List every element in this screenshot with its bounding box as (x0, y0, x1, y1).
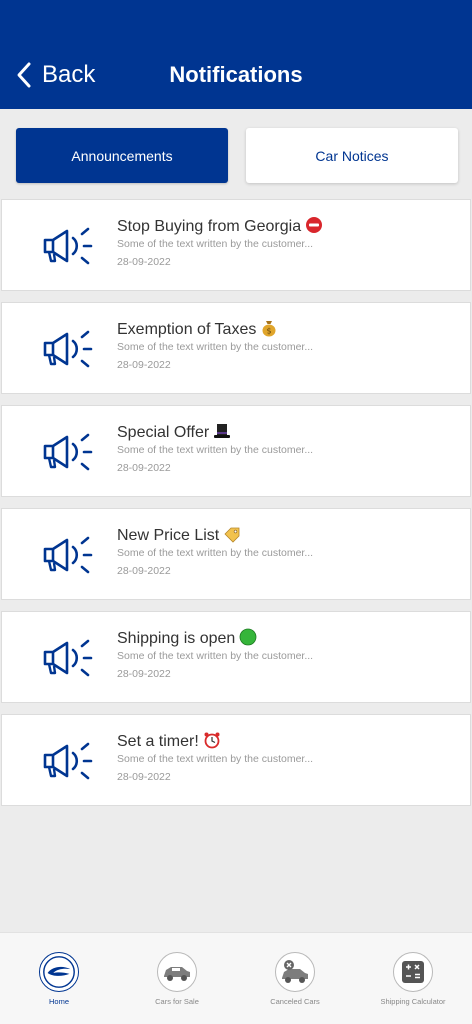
notification-date: 28-09-2022 (117, 462, 171, 474)
notification-card[interactable]: Special Offer Some of the text written by… (1, 405, 471, 497)
car-for-sale-icon (157, 952, 197, 992)
notification-card[interactable]: Stop Buying from Georgia Some of the text… (1, 199, 471, 291)
home-logo-icon (39, 952, 79, 992)
nav-label-cars-for-sale: Cars for Sale (155, 997, 199, 1006)
notification-title: Shipping is open (117, 628, 257, 648)
notification-card[interactable]: Set a timer! Some of the text written by … (1, 714, 471, 806)
notification-card[interactable]: Shipping is open Some of the text written… (1, 611, 471, 703)
notification-date: 28-09-2022 (117, 256, 171, 268)
notification-preview: Some of the text written by the customer… (117, 341, 314, 353)
notification-card[interactable]: New Price List Some of the text written b… (1, 508, 471, 600)
notification-preview: Some of the text written by the customer… (117, 547, 314, 559)
price-tag-icon (223, 525, 241, 543)
notification-title: Set a timer! (117, 731, 221, 751)
notification-preview: Some of the text written by the customer… (117, 650, 314, 662)
nav-label-shipping-calculator: Shipping Calculator (380, 997, 446, 1006)
tab-car-notices[interactable]: Car Notices (246, 128, 458, 183)
notification-date: 28-09-2022 (117, 359, 171, 371)
notification-date: 28-09-2022 (117, 771, 171, 783)
notification-title: Special Offer (117, 422, 231, 442)
notification-preview: Some of the text written by the customer… (117, 444, 314, 456)
notification-title-text: Exemption of Taxes (117, 321, 257, 338)
nav-item-home[interactable]: Home (0, 933, 118, 1024)
megaphone-icon (42, 636, 94, 680)
notification-card[interactable]: Exemption of Taxes $ Some of the text writ… (1, 302, 471, 394)
notification-title-text: New Price List (117, 527, 220, 544)
nav-label-home: Home (48, 997, 69, 1006)
bottom-navigation: Home Cars for Sale Canceled Cars Shippin… (0, 932, 472, 1024)
notification-list: Stop Buying from Georgia Some of the text… (1, 199, 471, 817)
nav-item-shipping-calculator[interactable]: Shipping Calculator (354, 933, 472, 1024)
top-app-bar: Back Notifications (0, 0, 472, 109)
money-bag-icon: $ (260, 319, 278, 337)
notification-date: 28-09-2022 (117, 668, 171, 680)
svg-text:$: $ (267, 327, 272, 336)
megaphone-icon (42, 739, 94, 783)
alarm-clock-icon (203, 731, 221, 749)
notification-title-text: Shipping is open (117, 630, 236, 647)
calculator-icon (393, 952, 433, 992)
nav-item-canceled-cars[interactable]: Canceled Cars (236, 933, 354, 1024)
notification-title-text: Set a timer! (117, 733, 199, 750)
notification-date: 28-09-2022 (117, 565, 171, 577)
megaphone-icon (42, 224, 94, 268)
notification-preview: Some of the text written by the customer… (117, 238, 314, 250)
page-title: Notifications (169, 62, 303, 87)
notification-title: Exemption of Taxes $ (117, 319, 278, 339)
top-hat-icon (213, 422, 231, 440)
nav-label-canceled-cars: Canceled Cars (270, 997, 320, 1006)
notification-title-text: Special Offer (117, 424, 210, 441)
green-circle-icon (239, 628, 257, 646)
notification-preview: Some of the text written by the customer… (117, 753, 314, 765)
tab-announcements[interactable]: Announcements (16, 128, 228, 183)
canceled-car-icon (275, 952, 315, 992)
no-entry-icon (305, 216, 323, 234)
nav-item-cars-for-sale[interactable]: Cars for Sale (118, 933, 236, 1024)
megaphone-icon (42, 430, 94, 474)
tab-bar: Announcements Car Notices (16, 128, 458, 183)
notification-title: Stop Buying from Georgia (117, 216, 323, 236)
notification-title-text: Stop Buying from Georgia (117, 218, 302, 235)
megaphone-icon (42, 533, 94, 577)
notification-title: New Price List (117, 525, 241, 545)
megaphone-icon (42, 327, 94, 371)
